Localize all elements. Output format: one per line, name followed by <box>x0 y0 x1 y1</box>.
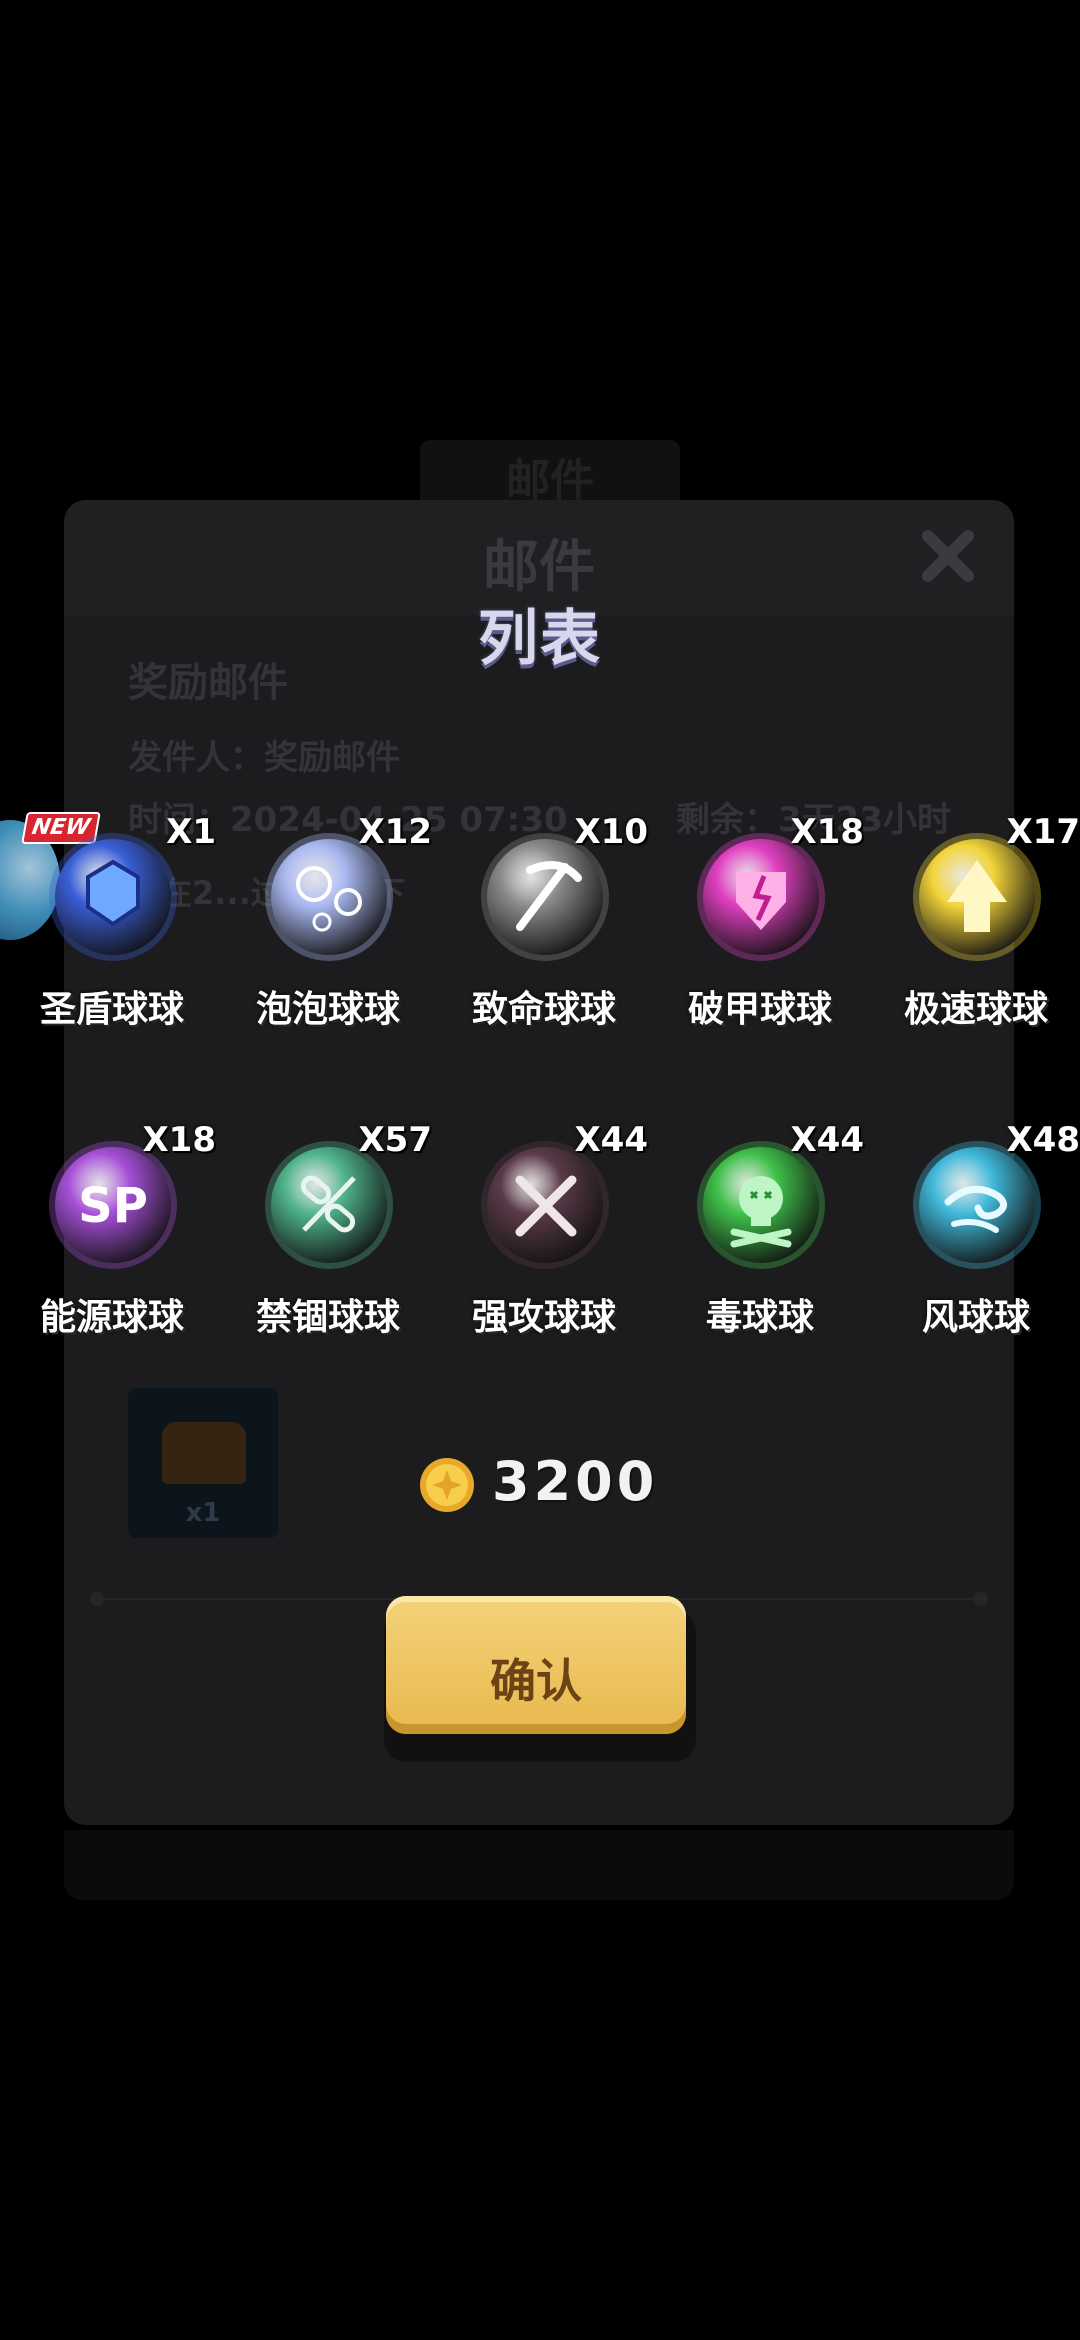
reward-name: 泡泡球球 <box>255 989 400 1030</box>
reward-item[interactable]: X57 禁锢球球 <box>220 1120 436 1350</box>
reward-quantity: X1 <box>166 812 216 852</box>
reward-name: 致命球球 <box>471 989 616 1030</box>
popup-title: 列表 <box>478 604 602 674</box>
reward-name: 圣盾球球 <box>39 989 184 1030</box>
reward-quantity: X44 <box>790 1120 864 1160</box>
reward-item[interactable]: X48 风球球 <box>868 1120 1080 1350</box>
reward-name: 禁锢球球 <box>255 1297 400 1338</box>
chest-count: x1 <box>185 1498 221 1528</box>
confirm-button-label: 确认 <box>490 1654 582 1708</box>
treasure-chest-icon <box>162 1422 246 1484</box>
reward-quantity: X18 <box>790 812 864 852</box>
mail-sender: 发件人：奖励邮件 <box>128 738 400 778</box>
reward-item[interactable]: X17 极速球球 <box>868 812 1080 1042</box>
treasure-chest-item: x1 <box>128 1388 278 1538</box>
reward-item[interactable]: X44 强攻球球 <box>436 1120 652 1350</box>
background-tab: 邮件 <box>420 440 680 506</box>
reward-item[interactable]: X18 破甲球球 <box>652 812 868 1042</box>
background-footer <box>64 1830 1014 1900</box>
svg-text:SP: SP <box>78 1178 148 1234</box>
reward-name: 风球球 <box>921 1297 1030 1338</box>
reward-name: 毒球球 <box>705 1297 814 1338</box>
reward-quantity: X10 <box>574 812 648 852</box>
reward-quantity: X48 <box>1006 1120 1080 1160</box>
reward-name: 强攻球球 <box>471 1297 616 1338</box>
reward-quantity: X57 <box>358 1120 432 1160</box>
reward-item[interactable]: X1 圣盾球球 <box>4 812 220 1042</box>
coin-icon <box>420 1458 474 1512</box>
coin-value: 3200 <box>492 1450 659 1513</box>
confirm-button[interactable]: 确认 <box>386 1596 686 1734</box>
reward-item[interactable]: SP X18 能源球球 <box>4 1120 220 1350</box>
reward-name: 极速球球 <box>903 989 1048 1030</box>
reward-item[interactable]: X10 致命球球 <box>436 812 652 1042</box>
reward-name: 破甲球球 <box>687 989 832 1030</box>
holy-shield-orb-icon <box>48 832 178 962</box>
reward-quantity: X17 <box>1006 812 1080 852</box>
reward-item[interactable]: X12 泡泡球球 <box>220 812 436 1042</box>
reward-quantity: X12 <box>358 812 432 852</box>
reward-name: 能源球球 <box>39 1297 184 1338</box>
reward-item[interactable]: X44 毒球球 <box>652 1120 868 1350</box>
close-icon <box>922 530 974 582</box>
reward-quantity: X18 <box>142 1120 216 1160</box>
reward-quantity: X44 <box>574 1120 648 1160</box>
